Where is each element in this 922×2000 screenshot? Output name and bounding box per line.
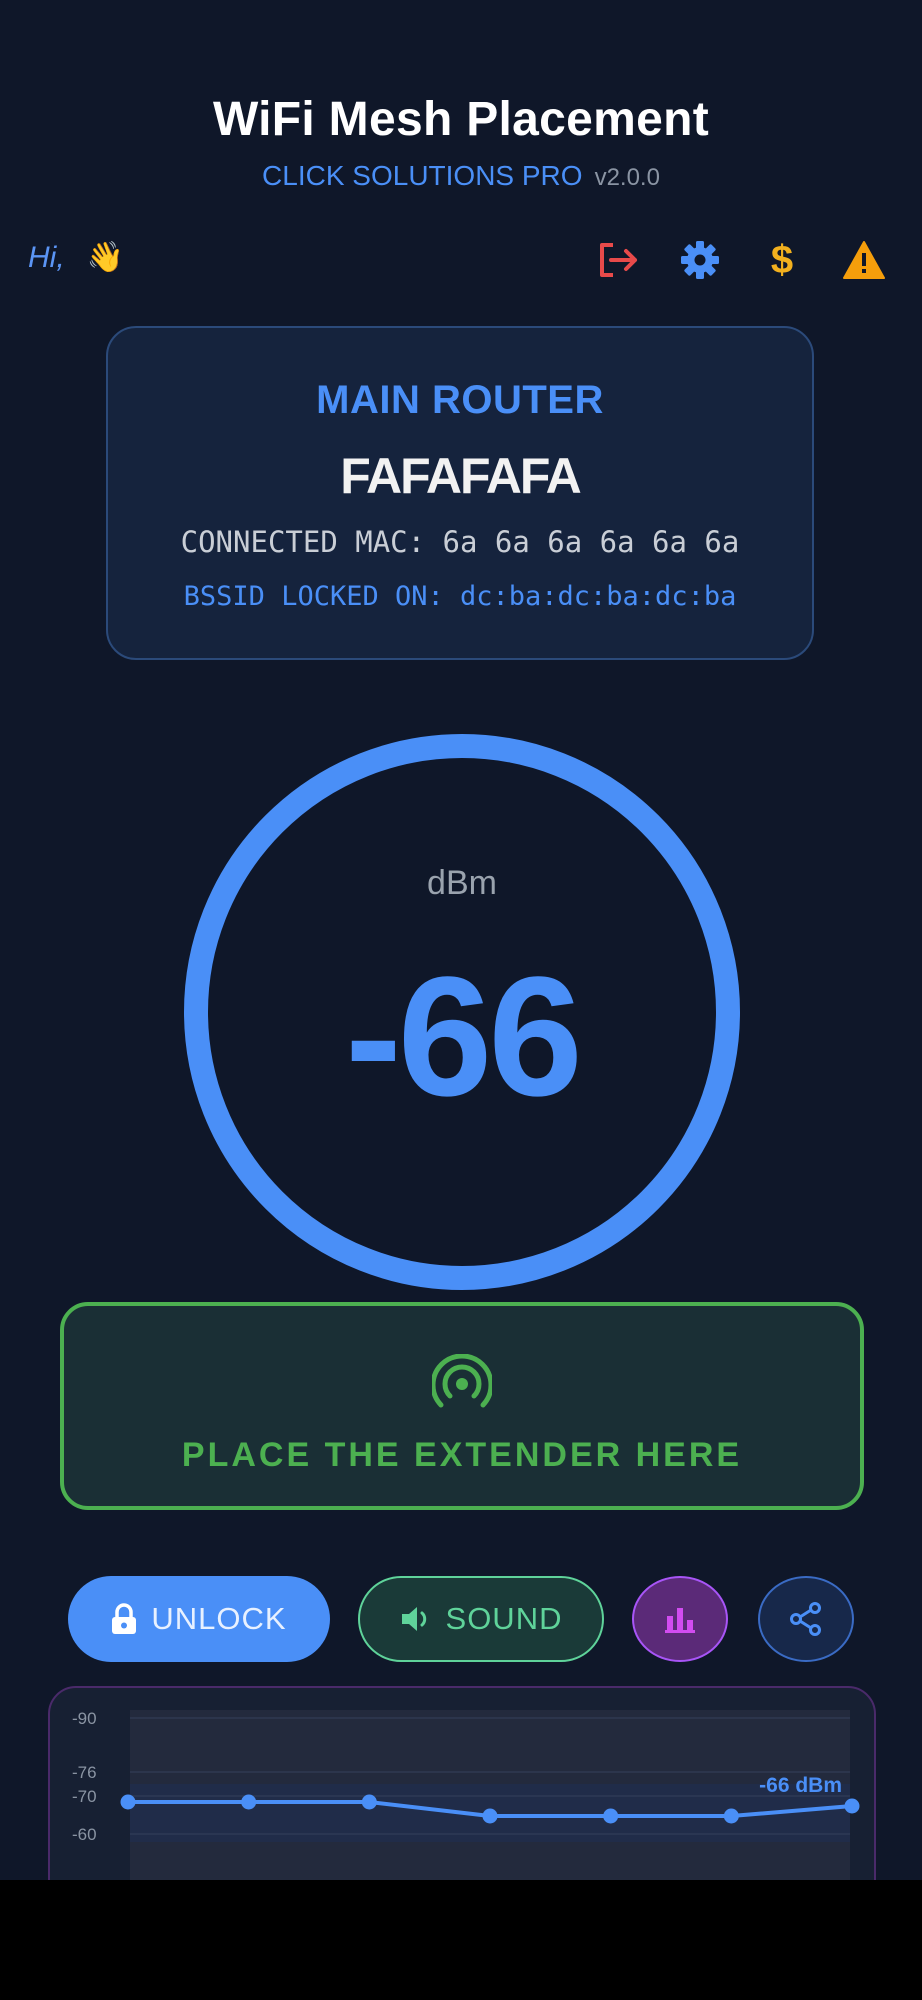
connected-mac: CONNECTED MAC: 6a 6a 6a 6a 6a 6a bbox=[180, 525, 740, 559]
data-point bbox=[723, 1808, 739, 1824]
y-tick-label: -60 bbox=[72, 1825, 97, 1844]
brand-name: CLICK SOLUTIONS PRO bbox=[262, 160, 583, 191]
unlock-button[interactable]: UNLOCK bbox=[68, 1576, 330, 1662]
y-tick-label: -76 bbox=[72, 1763, 97, 1782]
logout-button[interactable] bbox=[596, 238, 640, 282]
last-value-label: -66 dBm bbox=[759, 1774, 842, 1797]
gear-icon bbox=[681, 241, 719, 279]
speaker-icon bbox=[400, 1605, 432, 1633]
logout-icon bbox=[600, 243, 637, 277]
lock-icon bbox=[111, 1603, 137, 1635]
data-point bbox=[603, 1808, 619, 1824]
greeting-text: Hi, bbox=[28, 241, 65, 274]
router-card: MAIN ROUTER FAFAFAFA CONNECTED MAC: 6a 6… bbox=[106, 326, 814, 660]
bar-chart-icon bbox=[665, 1608, 695, 1633]
warning-icon bbox=[843, 241, 885, 279]
pricing-button[interactable]: $ bbox=[760, 238, 804, 282]
greeting: Hi, 👋 bbox=[28, 240, 124, 275]
warning-button[interactable] bbox=[842, 238, 886, 282]
placement-status-text: PLACE THE EXTENDER HERE bbox=[181, 1436, 743, 1474]
share-button[interactable] bbox=[758, 1576, 854, 1662]
gauge-unit: dBm bbox=[427, 864, 497, 902]
settings-button[interactable] bbox=[678, 238, 722, 282]
sound-label: SOUND bbox=[445, 1601, 563, 1636]
signal-history-chart: -90 -76 -70 -60 -66 dBm bbox=[48, 1686, 876, 1880]
router-label: MAIN ROUTER bbox=[316, 378, 604, 422]
history-chart-svg: -90 -76 -70 -60 -66 dBm bbox=[72, 1709, 860, 1880]
data-point bbox=[241, 1794, 257, 1810]
action-bar: UNLOCK SOUND bbox=[68, 1576, 858, 1664]
signal-gauge: dBm -66 bbox=[184, 734, 740, 1290]
router-ssid: FAFAFAFA bbox=[340, 448, 582, 504]
gauge-value: -66 bbox=[345, 942, 583, 1132]
sound-button[interactable]: SOUND bbox=[358, 1576, 604, 1662]
y-tick-label: -70 bbox=[72, 1787, 97, 1806]
data-point bbox=[361, 1794, 377, 1810]
data-point bbox=[844, 1798, 860, 1814]
y-tick-label: -90 bbox=[72, 1709, 97, 1728]
share-icon bbox=[790, 1602, 821, 1636]
data-point bbox=[120, 1794, 136, 1810]
data-point bbox=[482, 1808, 498, 1824]
unlock-label: UNLOCK bbox=[151, 1601, 287, 1636]
dollar-icon: $ bbox=[770, 237, 794, 282]
placement-status-card: PLACE THE EXTENDER HERE bbox=[60, 1302, 864, 1510]
version-label: v2.0.0 bbox=[594, 164, 660, 191]
signal-icon bbox=[432, 1354, 492, 1408]
top-toolbar: $ bbox=[596, 238, 886, 282]
bssid-locked: BSSID LOCKED ON: dc:ba:dc:ba:dc:ba bbox=[183, 581, 737, 612]
subtitle: CLICK SOLUTIONS PRO v2.0.0 bbox=[0, 160, 922, 192]
stats-button[interactable] bbox=[632, 1576, 728, 1662]
wave-emoji: 👋 bbox=[86, 241, 125, 274]
app-screen: WiFi Mesh Placement CLICK SOLUTIONS PRO v… bbox=[0, 0, 922, 1880]
page-title: WiFi Mesh Placement bbox=[212, 93, 710, 146]
